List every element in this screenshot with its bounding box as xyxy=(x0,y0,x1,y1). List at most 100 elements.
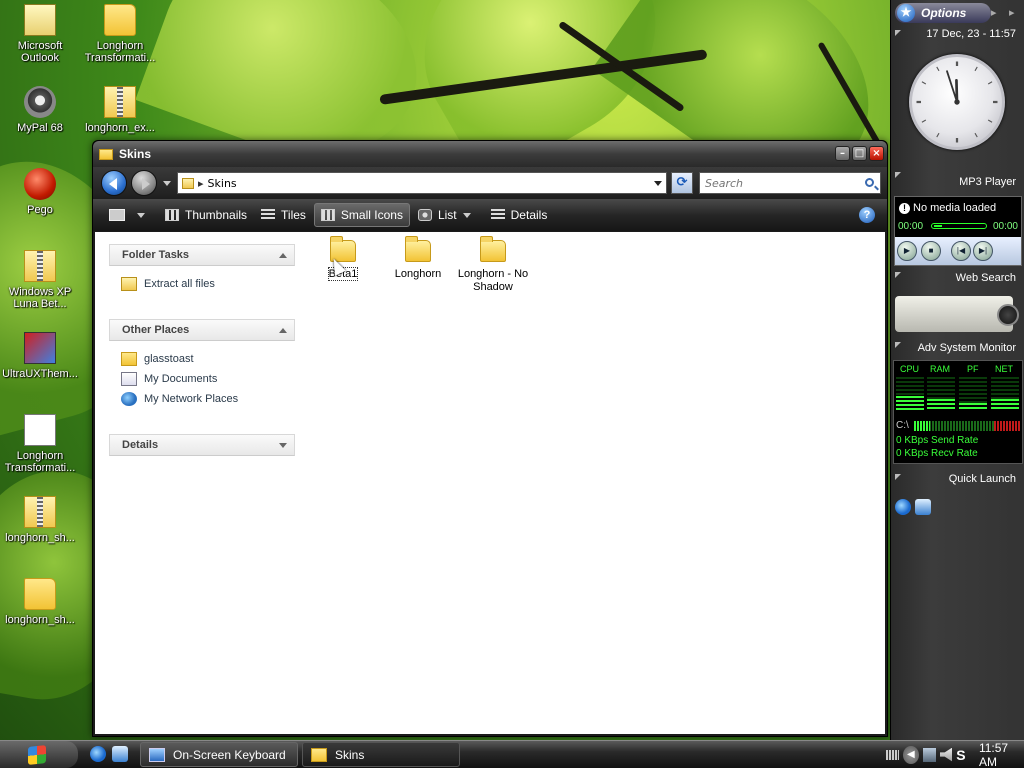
folder-item[interactable]: Longhorn xyxy=(378,236,458,281)
desktop-icon[interactable]: UltraUXThem... xyxy=(0,332,80,380)
chevron-right-icon[interactable]: ▸ xyxy=(1009,6,1015,19)
web-search-gadget[interactable] xyxy=(895,296,1019,332)
send-rate: 0 KBps Send Rate xyxy=(896,435,979,446)
desktop-icon[interactable]: Longhorn Transformati... xyxy=(0,414,80,474)
clock-tick xyxy=(936,66,940,72)
previous-button[interactable]: |◀ xyxy=(951,241,971,261)
extract-all-files-link[interactable]: Extract all files xyxy=(121,274,295,294)
other-places-pane: Other Places glasstoast My Documents My … xyxy=(109,319,295,415)
search-input[interactable] xyxy=(705,176,855,190)
details-pane: Details xyxy=(109,434,295,456)
pane-title: Folder Tasks xyxy=(122,249,190,261)
maximize-button[interactable]: □ xyxy=(852,146,867,161)
zip-icon xyxy=(24,250,56,282)
desktop-icon[interactable]: Pego xyxy=(0,168,80,216)
small-icons-button[interactable]: Small Icons xyxy=(313,203,410,227)
internet-explorer-icon[interactable] xyxy=(895,499,911,515)
back-button[interactable] xyxy=(101,170,127,196)
my-documents-icon xyxy=(121,372,137,386)
address-dropdown-icon[interactable] xyxy=(654,181,662,186)
toolbar: Thumbnails Tiles Small Icons List Detail… xyxy=(93,199,887,231)
desktop-icon[interactable]: Longhorn Transformati... xyxy=(80,4,160,64)
elapsed-time: 00:00 xyxy=(898,221,924,232)
seek-bar[interactable] xyxy=(931,223,987,229)
ram-fill xyxy=(927,399,955,411)
details-header[interactable]: Details xyxy=(109,434,295,456)
options-button[interactable]: ★ Options xyxy=(895,3,991,23)
views-button[interactable] xyxy=(103,203,157,227)
desktop-icon[interactable]: MyPal 68 xyxy=(0,86,80,134)
s-app-tray-icon[interactable]: S xyxy=(956,748,969,762)
stop-button[interactable]: ■ xyxy=(921,241,941,261)
folder-item[interactable]: Beta1 xyxy=(303,236,383,281)
desktop-icon[interactable]: Microsoft Outlook xyxy=(0,4,80,64)
my-network-places-link[interactable]: My Network Places xyxy=(121,389,295,409)
pf-fill xyxy=(959,402,987,411)
next-button[interactable]: ▶| xyxy=(973,241,993,261)
chevron-up-icon[interactable] xyxy=(279,328,287,333)
chevron-down-icon xyxy=(137,212,145,218)
other-places-header[interactable]: Other Places xyxy=(109,319,295,341)
folder-tasks-pane: Folder Tasks Extract all files xyxy=(109,244,295,300)
refresh-button[interactable]: ⟳ xyxy=(671,172,693,194)
play-button[interactable]: ▶ xyxy=(897,241,917,261)
keyboard-tray-icon[interactable] xyxy=(886,749,899,760)
network-tray-icon[interactable] xyxy=(922,747,936,762)
forward-button[interactable] xyxy=(131,170,157,196)
recent-pages-dropdown[interactable] xyxy=(163,180,171,186)
address-bar[interactable]: ▸ Skins xyxy=(177,172,667,194)
mp3-status-text: No media loaded xyxy=(913,202,997,214)
total-time: 00:00 xyxy=(992,221,1018,232)
help-button[interactable]: ? xyxy=(859,207,875,223)
desktop-icon[interactable]: longhorn_sh... xyxy=(0,496,80,544)
close-button[interactable]: × xyxy=(869,146,884,161)
thumbnails-label: Thumbnails xyxy=(185,208,248,222)
desktop-icon-label: Longhorn Transformati... xyxy=(84,40,156,64)
desktop-icon-label: MyPal 68 xyxy=(17,122,63,134)
title-bar[interactable]: Skins xyxy=(93,141,887,167)
details-button[interactable]: Details xyxy=(485,203,554,227)
net-label: NET xyxy=(995,364,1013,374)
desktop-icon[interactable]: longhorn_sh... xyxy=(0,578,80,626)
outlook-express-icon[interactable] xyxy=(112,746,128,762)
pane-title: Details xyxy=(122,439,159,451)
zip-folder-icon xyxy=(121,277,137,291)
web-search-button[interactable] xyxy=(997,304,1019,326)
list-button[interactable]: List xyxy=(412,203,483,227)
task-label: On-Screen Keyboard xyxy=(173,747,286,762)
cpu-fill xyxy=(896,395,924,411)
tiles-button[interactable]: Tiles xyxy=(255,203,312,227)
taskbar-clock[interactable]: 11:57 AM xyxy=(979,741,1024,768)
folder-icon xyxy=(121,352,137,366)
internet-explorer-icon[interactable] xyxy=(90,746,106,762)
chevron-up-icon[interactable] xyxy=(279,253,287,258)
breadcrumb-skins[interactable]: Skins xyxy=(208,177,237,190)
glasstoast-link[interactable]: glasstoast xyxy=(121,349,295,369)
star-icon: ★ xyxy=(897,4,915,22)
volume-icon[interactable] xyxy=(939,747,953,762)
folder-item[interactable]: Longhorn - No Shadow xyxy=(453,236,533,294)
pf-label: PF xyxy=(967,364,979,374)
zip-icon xyxy=(104,86,136,118)
start-button[interactable] xyxy=(0,741,78,768)
desktop-icon[interactable]: longhorn_ex... xyxy=(80,86,160,134)
desktop-icon[interactable]: Windows XP Luna Bet... xyxy=(0,250,80,310)
chevron-right-icon[interactable]: ▸ xyxy=(991,6,997,19)
ram-meter xyxy=(927,377,955,411)
thumbnails-button[interactable]: Thumbnails xyxy=(159,203,253,227)
search-icon[interactable] xyxy=(865,178,874,187)
taskbar-button-skins[interactable]: Skins xyxy=(302,742,460,767)
my-documents-link[interactable]: My Documents xyxy=(121,369,295,389)
outlook-express-icon[interactable] xyxy=(915,499,931,515)
chevron-left-icon[interactable]: ◀ xyxy=(902,745,919,764)
link-label: glasstoast xyxy=(144,353,194,365)
minimize-button[interactable]: – xyxy=(835,146,850,161)
taskbar-button-on-screen-keyboard[interactable]: On-Screen Keyboard xyxy=(140,742,298,767)
sidebar: ★ Options ▸ ▸ 17 Dec, 23 - 11:57 MP3 Pla… xyxy=(890,0,1024,740)
mp3-controls: ▶ ■ |◀ ▶| xyxy=(895,237,1021,265)
folder-tasks-header[interactable]: Folder Tasks xyxy=(109,244,295,266)
ram-label: RAM xyxy=(930,364,950,374)
options-label: Options xyxy=(921,6,967,20)
chevron-down-icon[interactable] xyxy=(279,443,287,448)
desktop-icon-label: Longhorn Transformati... xyxy=(4,450,76,474)
